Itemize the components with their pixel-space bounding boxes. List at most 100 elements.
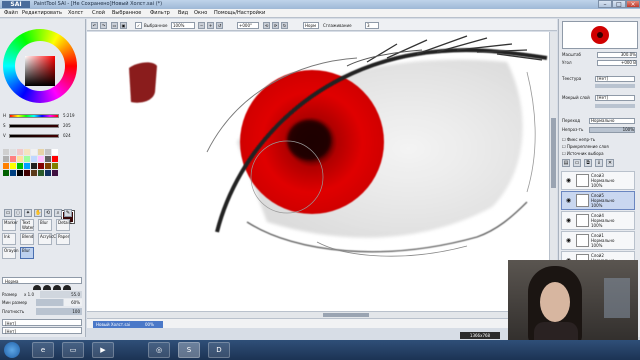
color-swatch[interactable] bbox=[3, 156, 9, 162]
color-swatch[interactable] bbox=[52, 163, 58, 169]
color-swatch[interactable] bbox=[24, 156, 30, 162]
texture-strength-bar[interactable] bbox=[595, 84, 635, 88]
redo-icon[interactable]: ↷ bbox=[100, 22, 107, 29]
checkbox-clip-layer[interactable]: ☐ Прикрепление слоя bbox=[562, 143, 609, 150]
zoom-tool-icon[interactable]: ⌕ bbox=[54, 209, 62, 217]
select-tool-icon[interactable]: ▭ bbox=[4, 209, 12, 217]
media-icon[interactable]: ▶ bbox=[92, 342, 114, 358]
texture-select[interactable]: [Нет] bbox=[595, 76, 635, 82]
color-swatch[interactable] bbox=[38, 156, 44, 162]
color-swatch[interactable] bbox=[10, 156, 16, 162]
color-swatch[interactable] bbox=[45, 156, 51, 162]
color-swatch[interactable] bbox=[52, 149, 58, 155]
eyedropper-tool-icon[interactable]: ✎ bbox=[64, 209, 72, 217]
chrome-icon[interactable]: ◎ bbox=[148, 342, 170, 358]
menu-file[interactable]: Файл bbox=[4, 9, 18, 18]
brush-tool[interactable]: Blur bbox=[20, 247, 34, 259]
color-swatch[interactable] bbox=[45, 170, 51, 176]
color-swatch[interactable] bbox=[31, 149, 37, 155]
checkbox-preserve-opacity[interactable]: ☐ Фикс непр-ть bbox=[562, 136, 595, 143]
deselect-icon[interactable]: ▭ bbox=[111, 22, 118, 29]
color-swatch[interactable] bbox=[10, 163, 16, 169]
brush-tool[interactable]: Orayon bbox=[2, 247, 19, 259]
smoothing-field[interactable]: 3 bbox=[365, 22, 379, 29]
brush-texture-select[interactable]: [Нет] bbox=[2, 319, 82, 326]
start-button[interactable] bbox=[4, 342, 20, 358]
eye-icon[interactable]: ◉ bbox=[564, 197, 573, 204]
delete-layer-icon[interactable]: ✕ bbox=[606, 159, 614, 167]
color-swatch[interactable] bbox=[52, 170, 58, 176]
color-swatch[interactable] bbox=[24, 163, 30, 169]
zoom-in-icon[interactable]: + bbox=[207, 22, 214, 29]
hand-tool-icon[interactable]: ✋ bbox=[34, 209, 42, 217]
menu-filter[interactable]: Фильтр bbox=[150, 9, 170, 18]
eye-icon[interactable]: ◉ bbox=[564, 237, 573, 244]
lasso-tool-icon[interactable]: ◌ bbox=[14, 209, 22, 217]
color-swatch[interactable] bbox=[17, 163, 23, 169]
hue-slider[interactable]: H 5:219 bbox=[3, 113, 83, 119]
color-swatch[interactable] bbox=[3, 163, 9, 169]
color-swatch[interactable] bbox=[17, 170, 23, 176]
minimize-button[interactable]: – bbox=[598, 0, 612, 8]
rotate-tool-icon[interactable]: ⟲ bbox=[44, 209, 52, 217]
color-swatch[interactable] bbox=[17, 156, 23, 162]
menu-view[interactable]: Вид bbox=[178, 9, 188, 18]
color-swatch[interactable] bbox=[3, 149, 9, 155]
angle-value[interactable]: +000 В bbox=[597, 60, 637, 66]
color-swatch[interactable] bbox=[45, 163, 51, 169]
eye-icon[interactable]: ◉ bbox=[564, 177, 573, 184]
ie-icon[interactable]: e bbox=[32, 342, 54, 358]
color-swatch[interactable] bbox=[38, 149, 44, 155]
color-swatch[interactable] bbox=[38, 163, 44, 169]
color-swatch[interactable] bbox=[31, 163, 37, 169]
color-swatch[interactable] bbox=[10, 149, 16, 155]
color-swatch[interactable] bbox=[24, 149, 30, 155]
color-swatch[interactable] bbox=[38, 170, 44, 176]
new-folder-icon[interactable]: ▭ bbox=[573, 159, 581, 167]
layer-item[interactable]: ◉ Слой3 Нормально 100% bbox=[561, 171, 635, 190]
brush-tool[interactable]: Details bbox=[56, 219, 72, 231]
sai-icon[interactable]: S bbox=[178, 342, 200, 358]
color-swatch[interactable] bbox=[31, 170, 37, 176]
color-swatch[interactable] bbox=[52, 156, 58, 162]
wet-layer-strength-bar[interactable] bbox=[595, 104, 635, 108]
flip-field[interactable]: Норм bbox=[303, 22, 319, 29]
merge-down-icon[interactable]: ⇓ bbox=[595, 159, 603, 167]
game-icon[interactable]: D bbox=[208, 342, 230, 358]
brush-tool[interactable]: Ink bbox=[2, 233, 16, 245]
layer-item[interactable]: ◉ Слой5 Нормально 100% bbox=[561, 191, 635, 210]
saturation-value-square[interactable] bbox=[25, 56, 55, 86]
brush-tool[interactable]: Blur bbox=[38, 219, 52, 231]
angle-field[interactable]: +000° bbox=[237, 22, 259, 29]
color-swatch[interactable] bbox=[17, 149, 23, 155]
rotate-right-icon[interactable]: ⟳ bbox=[272, 22, 279, 29]
brush-tool[interactable]: Blend bbox=[20, 233, 34, 245]
size-slider[interactable]: 55.0 bbox=[40, 291, 82, 298]
selected-checkbox[interactable]: ✓ bbox=[135, 22, 142, 29]
blend-mode-select[interactable]: Норма bbox=[2, 277, 82, 284]
rotate-left-icon[interactable]: ⟲ bbox=[263, 22, 270, 29]
color-swatch[interactable] bbox=[31, 156, 37, 162]
explorer-icon[interactable]: ▭ bbox=[62, 342, 84, 358]
brush-tool[interactable]: Marker bbox=[2, 219, 18, 231]
layer-item[interactable]: ◉ Слой4 Нормально 100% bbox=[561, 211, 635, 230]
brush-tool[interactable]: Text Water bbox=[20, 219, 34, 231]
undo-icon[interactable]: ↶ bbox=[91, 22, 98, 29]
zoom-value[interactable]: 300.0% bbox=[597, 52, 637, 58]
checkbox-selection-source[interactable]: ☐ Источник выбора bbox=[562, 150, 604, 157]
vertical-scroll-thumb[interactable] bbox=[551, 118, 556, 188]
menu-edit[interactable]: Редактировать bbox=[22, 9, 62, 18]
menu-canvas[interactable]: Холст bbox=[68, 9, 83, 18]
zoom-reset-icon[interactable]: ↺ bbox=[216, 22, 223, 29]
value-slider[interactable]: V 024 bbox=[3, 133, 83, 139]
zoom-field[interactable]: 100% bbox=[171, 22, 195, 29]
brush-texture-select-2[interactable]: [Нет] bbox=[2, 327, 82, 334]
saturation-slider[interactable]: S 205 bbox=[3, 123, 83, 129]
horizontal-scroll-thumb[interactable] bbox=[323, 313, 369, 317]
wet-layer-select[interactable]: [Нет] bbox=[595, 95, 635, 101]
color-swatch[interactable] bbox=[45, 149, 51, 155]
brush-tool[interactable]: AcrylicC bbox=[38, 233, 56, 245]
close-button[interactable]: × bbox=[626, 0, 640, 8]
new-layer-icon[interactable]: ▤ bbox=[562, 159, 570, 167]
color-swatch[interactable] bbox=[10, 170, 16, 176]
